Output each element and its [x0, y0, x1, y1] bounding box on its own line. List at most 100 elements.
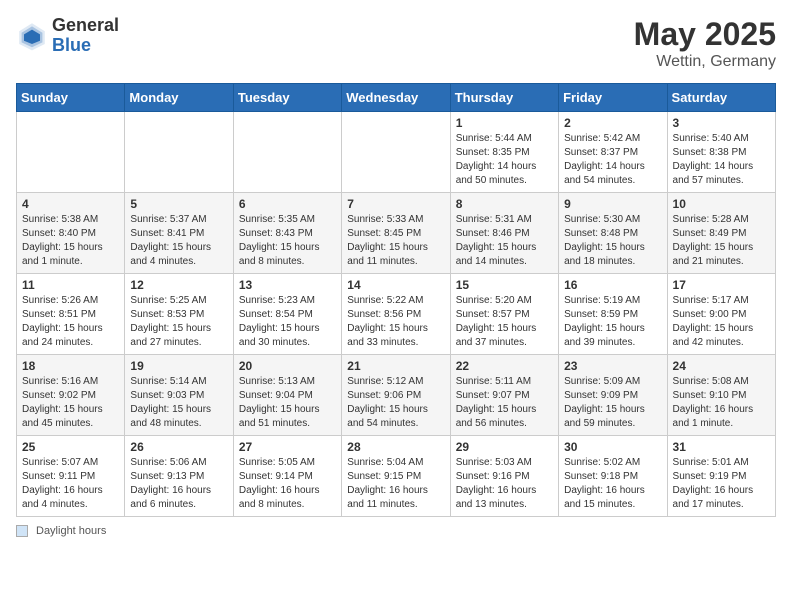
day-number: 7 — [347, 197, 444, 211]
col-wednesday: Wednesday — [342, 84, 450, 112]
table-row: 9Sunrise: 5:30 AM Sunset: 8:48 PM Daylig… — [559, 193, 667, 274]
table-row: 23 Sunrise: 5:09 AM Sunset: 9:09 PM Dayli… — [559, 355, 667, 436]
day-number: 9 — [564, 197, 661, 211]
day-info: Sunrise: 5:09 AM Sunset: 9:09 PM Dayligh… — [564, 376, 645, 429]
day-number: 17 — [673, 278, 770, 292]
col-monday: Monday — [125, 84, 233, 112]
table-row: 13 Sunrise: 5:23 AM Sunset: 8:54 PM Dayli… — [233, 274, 341, 355]
table-row: 18 Sunrise: 5:16 AM Sunset: 9:02 PM Dayli… — [17, 355, 125, 436]
month-year-title: May 2025 — [634, 16, 776, 53]
calendar-week-row: 4Sunrise: 5:38 AM Sunset: 8:40 PM Daylig… — [17, 193, 776, 274]
day-number: 13 — [239, 278, 336, 292]
table-row — [17, 112, 125, 193]
table-row: 12Sunrise: 5:25 AM Sunset: 8:53 PM Dayli… — [125, 274, 233, 355]
calendar-table: Sunday Monday Tuesday Wednesday Thursday… — [16, 83, 776, 517]
table-row: 11 Sunrise: 5:26 AM Sunset: 8:51 PM Dayli… — [17, 274, 125, 355]
table-row: 3 Sunrise: 5:40 AM Sunset: 8:38 PM Daylig… — [667, 112, 775, 193]
table-row: 26 Sunrise: 5:06 AM Sunset: 9:13 PM Dayli… — [125, 436, 233, 517]
day-number: 23 — [564, 359, 661, 373]
day-info: Sunrise: 5:06 AM Sunset: 9:13 PM Dayligh… — [130, 457, 211, 510]
day-info: Sunrise: 5:25 AM Sunset: 8:53 PM Dayligh… — [130, 295, 211, 348]
day-number: 29 — [456, 440, 553, 454]
day-info: Sunrise: 5:17 AM Sunset: 9:00 PM Dayligh… — [673, 295, 754, 348]
table-row: 6Sunrise: 5:35 AM Sunset: 8:43 PM Daylig… — [233, 193, 341, 274]
table-row: 21 Sunrise: 5:12 AM Sunset: 9:06 PM Dayli… — [342, 355, 450, 436]
day-number: 27 — [239, 440, 336, 454]
day-info: Sunrise: 5:11 AM Sunset: 9:07 PM Dayligh… — [456, 376, 537, 429]
day-number: 22 — [456, 359, 553, 373]
day-info: Sunrise: 5:07 AM Sunset: 9:11 PM Dayligh… — [22, 457, 103, 510]
col-saturday: Saturday — [667, 84, 775, 112]
day-number: 19 — [130, 359, 227, 373]
table-row: 1 Sunrise: 5:44 AM Sunset: 8:35 PM Daylig… — [450, 112, 558, 193]
day-info: Sunrise: 5:08 AM Sunset: 9:10 PM Dayligh… — [673, 376, 754, 429]
table-row: 16 Sunrise: 5:19 AM Sunset: 8:59 PM Dayli… — [559, 274, 667, 355]
col-thursday: Thursday — [450, 84, 558, 112]
day-info: Sunrise: 5:44 AM Sunset: 8:35 PM Dayligh… — [456, 133, 537, 186]
day-info: Sunrise: 5:31 AM Sunset: 8:46 PM Dayligh… — [456, 214, 537, 267]
day-number: 2 — [564, 116, 661, 130]
table-row: 27 Sunrise: 5:05 AM Sunset: 9:14 PM Dayli… — [233, 436, 341, 517]
logo-icon — [16, 20, 48, 52]
col-friday: Friday — [559, 84, 667, 112]
day-info: Sunrise: 5:01 AM Sunset: 9:19 PM Dayligh… — [673, 457, 754, 510]
day-number: 6 — [239, 197, 336, 211]
day-number: 30 — [564, 440, 661, 454]
day-info: Sunrise: 5:02 AM Sunset: 9:18 PM Dayligh… — [564, 457, 645, 510]
table-row: 24 Sunrise: 5:08 AM Sunset: 9:10 PM Dayli… — [667, 355, 775, 436]
day-number: 11 — [22, 278, 119, 292]
day-info: Sunrise: 5:20 AM Sunset: 8:57 PM Dayligh… — [456, 295, 537, 348]
day-info: Sunrise: 5:05 AM Sunset: 9:14 PM Dayligh… — [239, 457, 320, 510]
title-block: May 2025 Wettin, Germany — [634, 16, 776, 71]
day-info: Sunrise: 5:40 AM Sunset: 8:38 PM Dayligh… — [673, 133, 754, 186]
table-row: 8Sunrise: 5:31 AM Sunset: 8:46 PM Daylig… — [450, 193, 558, 274]
table-row — [342, 112, 450, 193]
day-info: Sunrise: 5:12 AM Sunset: 9:06 PM Dayligh… — [347, 376, 428, 429]
day-number: 3 — [673, 116, 770, 130]
day-info: Sunrise: 5:28 AM Sunset: 8:49 PM Dayligh… — [673, 214, 754, 267]
table-row — [233, 112, 341, 193]
footer-note: Daylight hours — [16, 525, 776, 537]
calendar-week-row: 25 Sunrise: 5:07 AM Sunset: 9:11 PM Dayli… — [17, 436, 776, 517]
day-info: Sunrise: 5:19 AM Sunset: 8:59 PM Dayligh… — [564, 295, 645, 348]
col-sunday: Sunday — [17, 84, 125, 112]
table-row: 15 Sunrise: 5:20 AM Sunset: 8:57 PM Dayli… — [450, 274, 558, 355]
day-number: 20 — [239, 359, 336, 373]
logo-blue-text: Blue — [52, 36, 119, 56]
table-row: 29 Sunrise: 5:03 AM Sunset: 9:16 PM Dayli… — [450, 436, 558, 517]
day-info: Sunrise: 5:23 AM Sunset: 8:54 PM Dayligh… — [239, 295, 320, 348]
day-number: 25 — [22, 440, 119, 454]
table-row: 17 Sunrise: 5:17 AM Sunset: 9:00 PM Dayli… — [667, 274, 775, 355]
day-number: 16 — [564, 278, 661, 292]
table-row: 4Sunrise: 5:38 AM Sunset: 8:40 PM Daylig… — [17, 193, 125, 274]
table-row: 31 Sunrise: 5:01 AM Sunset: 9:19 PM Dayli… — [667, 436, 775, 517]
day-number: 28 — [347, 440, 444, 454]
table-row: 2 Sunrise: 5:42 AM Sunset: 8:37 PM Daylig… — [559, 112, 667, 193]
day-number: 14 — [347, 278, 444, 292]
day-number: 18 — [22, 359, 119, 373]
calendar-week-row: 11 Sunrise: 5:26 AM Sunset: 8:51 PM Dayli… — [17, 274, 776, 355]
day-number: 5 — [130, 197, 227, 211]
day-number: 26 — [130, 440, 227, 454]
calendar-week-row: 1 Sunrise: 5:44 AM Sunset: 8:35 PM Daylig… — [17, 112, 776, 193]
day-info: Sunrise: 5:42 AM Sunset: 8:37 PM Dayligh… — [564, 133, 645, 186]
day-number: 31 — [673, 440, 770, 454]
day-info: Sunrise: 5:16 AM Sunset: 9:02 PM Dayligh… — [22, 376, 103, 429]
calendar-header-row: Sunday Monday Tuesday Wednesday Thursday… — [17, 84, 776, 112]
day-number: 15 — [456, 278, 553, 292]
logo-general-text: General — [52, 16, 119, 36]
table-row: 30 Sunrise: 5:02 AM Sunset: 9:18 PM Dayli… — [559, 436, 667, 517]
day-info: Sunrise: 5:26 AM Sunset: 8:51 PM Dayligh… — [22, 295, 103, 348]
day-info: Sunrise: 5:03 AM Sunset: 9:16 PM Dayligh… — [456, 457, 537, 510]
daylight-legend-box — [16, 525, 28, 537]
day-info: Sunrise: 5:22 AM Sunset: 8:56 PM Dayligh… — [347, 295, 428, 348]
page-header: General Blue May 2025 Wettin, Germany — [16, 16, 776, 71]
day-number: 1 — [456, 116, 553, 130]
day-number: 4 — [22, 197, 119, 211]
day-info: Sunrise: 5:04 AM Sunset: 9:15 PM Dayligh… — [347, 457, 428, 510]
day-number: 24 — [673, 359, 770, 373]
calendar-week-row: 18 Sunrise: 5:16 AM Sunset: 9:02 PM Dayli… — [17, 355, 776, 436]
table-row: 7Sunrise: 5:33 AM Sunset: 8:45 PM Daylig… — [342, 193, 450, 274]
day-number: 21 — [347, 359, 444, 373]
table-row: 25 Sunrise: 5:07 AM Sunset: 9:11 PM Dayli… — [17, 436, 125, 517]
